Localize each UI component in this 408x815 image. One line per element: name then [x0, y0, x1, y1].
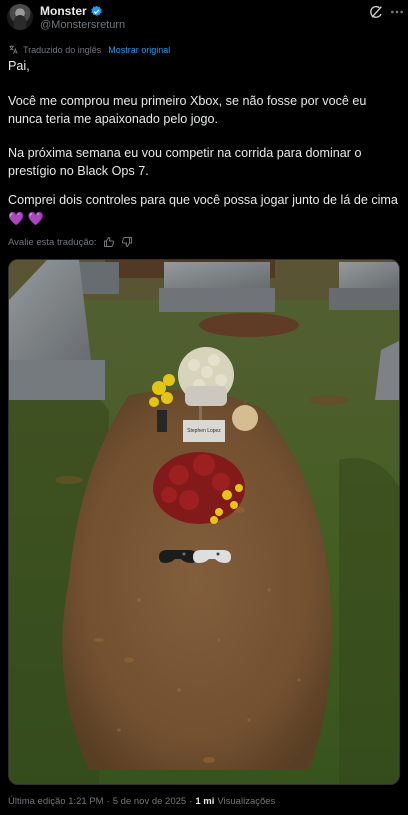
- purple-heart-emoji: 💜: [8, 210, 25, 226]
- rate-translation-row: Avalie esta tradução:: [8, 236, 133, 248]
- thumbs-up-icon[interactable]: [103, 236, 115, 248]
- views-label: Visualizações: [217, 796, 276, 807]
- author-handle[interactable]: @Monstersreturn: [40, 19, 125, 31]
- author-name-row[interactable]: Monster: [40, 4, 103, 18]
- post-date[interactable]: 5 de nov de 2025: [113, 796, 186, 807]
- show-original-link[interactable]: Mostrar original: [108, 45, 170, 55]
- translation-notice-text: Traduzido do inglês: [23, 44, 102, 55]
- post-paragraph-2: Você me comprou meu primeiro Xbox, se nã…: [8, 94, 367, 126]
- avatar[interactable]: [7, 4, 33, 30]
- post-header: Monster @Monstersreturn: [0, 0, 408, 40]
- thumbs-down-icon[interactable]: [121, 236, 133, 248]
- post-paragraph-1: Pai,: [8, 59, 30, 73]
- purple-heart-emoji-2: 💜: [27, 210, 44, 226]
- separator-1: ·: [106, 796, 110, 807]
- verified-badge-icon: [90, 5, 102, 16]
- grok-icon[interactable]: [368, 4, 384, 20]
- views-count: 1 mi: [195, 796, 215, 807]
- more-icon[interactable]: [389, 4, 405, 20]
- grave-photo: Stephen Lopez: [9, 260, 399, 784]
- translation-notice: Traduzido do inglês Mostrar original: [8, 44, 170, 55]
- post-paragraph-4-text: Comprei dois controles para que você pos…: [8, 193, 398, 207]
- post-footer: Última edição 1:21 PM · 5 de nov de 2025…: [8, 796, 275, 807]
- rate-translation-label: Avalie esta tradução:: [8, 236, 97, 248]
- post-photo[interactable]: Stephen Lopez: [8, 259, 400, 785]
- author-name[interactable]: Monster: [40, 4, 87, 18]
- translate-icon: [9, 45, 18, 54]
- edited-time[interactable]: Última edição 1:21 PM: [8, 796, 104, 807]
- separator-2: ·: [189, 796, 193, 807]
- post-paragraph-4: Comprei dois controles para que você pos…: [8, 192, 404, 228]
- post-paragraph-3: Na próxima semana eu vou competir na cor…: [8, 146, 362, 178]
